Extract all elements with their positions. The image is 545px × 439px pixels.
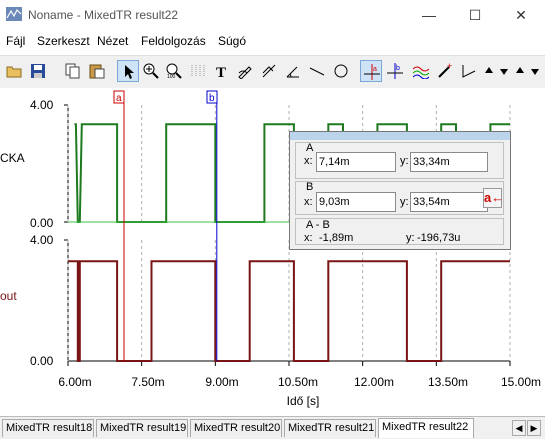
cursor-a-y-field[interactable]: 33,34m (410, 152, 488, 172)
slope-icon[interactable] (458, 60, 480, 82)
cursor-a-y-label: y: (400, 155, 409, 167)
cursor-b-x-field[interactable]: 9,03m (316, 192, 396, 212)
open-icon[interactable] (3, 60, 25, 82)
lower-ymax-label: 4.00 (30, 233, 54, 247)
cursor-a-heading: A (306, 142, 314, 154)
tab-result20[interactable]: MixedTR result20 (190, 419, 282, 437)
copy-icon[interactable] (62, 60, 84, 82)
cursor-a-x-label: x: (304, 155, 313, 167)
app-icon (6, 7, 22, 21)
menu-help[interactable]: Súgó (218, 34, 246, 48)
cursor-diff-x-value: -1,89m (319, 232, 354, 244)
cursor-b-group: B x: 9,03m y: 33,54m (295, 181, 504, 215)
text-icon[interactable]: T (211, 60, 233, 82)
svg-text:100: 100 (167, 74, 176, 79)
lower-ymin-label: 0.00 (30, 354, 54, 368)
cursor-b-heading: B (306, 181, 314, 193)
cursor-a-x-field[interactable]: 7,14m (316, 152, 396, 172)
curve-icon[interactable] (258, 60, 280, 82)
menu-view[interactable]: Nézet (97, 34, 128, 48)
x-tick-label: 12.00m (354, 375, 394, 389)
x-tick-label: 6.00m (58, 375, 91, 389)
menu-bar: Fájl Szerkeszt Nézet Feldolgozás Súgó (0, 30, 545, 52)
tab-scroll-right-icon[interactable]: ▶ (527, 420, 541, 436)
cursor-diff-group: A - B x: -1,89m y: -196,73u (295, 218, 504, 245)
cursor-diff-y-label: y: (406, 232, 415, 244)
lower-signal-label: out (0, 289, 17, 303)
up-icon[interactable] (481, 60, 494, 82)
menu-process[interactable]: Feldolgozás (141, 34, 206, 48)
cursor-readout-panel[interactable]: A x: 7,14m y: 33,34m B x: 9,03m y: 33,54… (289, 131, 511, 250)
cursor-diff-x-label: x: (304, 232, 313, 244)
x-tick-label: 15.00m (501, 375, 541, 389)
tab-result18[interactable]: MixedTR result18 (2, 419, 94, 437)
x-tick-label: 7.50m (131, 375, 164, 389)
window-title: Noname - MixedTR result22 (28, 8, 179, 22)
upper-signal-label: CKA (0, 151, 25, 165)
paste-icon[interactable] (86, 60, 108, 82)
svg-text:a: a (373, 66, 377, 73)
minimize-button[interactable]: — (406, 0, 452, 30)
x-tick-label: 13.50m (428, 375, 468, 389)
save-icon[interactable] (27, 60, 49, 82)
cursor-b-y-label: y: (400, 196, 409, 208)
tab-result22[interactable]: MixedTR result22 (378, 418, 474, 438)
marker-icon[interactable]: + (434, 60, 456, 82)
close-button[interactable]: ✕ (498, 0, 544, 30)
upper-ymax-label: 4.00 (30, 98, 54, 112)
maximize-button[interactable]: ☐ (452, 0, 498, 30)
set-reference-button[interactable]: a← (483, 188, 504, 208)
pen-icon[interactable] (234, 60, 256, 82)
svg-text:+: + (447, 63, 452, 71)
title-bar: Noname - MixedTR result22 — ☐ ✕ (0, 0, 545, 30)
x-tick-label: 9.00m (205, 375, 238, 389)
pointer-icon[interactable] (117, 60, 139, 82)
x-axis-label: Idő [s] (287, 394, 320, 408)
cursor-a-group: A x: 7,14m y: 33,34m (295, 142, 504, 179)
x-tick-label: 10.50m (278, 375, 318, 389)
down-icon[interactable] (496, 60, 509, 82)
cursor-a-icon[interactable]: a (360, 60, 382, 82)
cursor-a-marker-label: a (116, 93, 122, 104)
grid-icon[interactable] (187, 60, 209, 82)
cursor-b-x-label: x: (304, 196, 313, 208)
up-icon[interactable] (512, 60, 525, 82)
upper-ymin-label: 0.00 (30, 216, 54, 230)
cursor-b-y-field[interactable]: 33,54m (410, 192, 488, 212)
cursor-diff-y-value: -196,73u (417, 232, 461, 244)
tab-result19[interactable]: MixedTR result19 (96, 419, 188, 437)
menu-edit[interactable]: Szerkeszt (37, 34, 90, 48)
zoom-fit-icon[interactable]: 100 (163, 60, 185, 82)
toolbar: 100 T a b + (0, 55, 545, 89)
waves-icon[interactable] (410, 60, 432, 82)
tab-result21[interactable]: MixedTR result21 (284, 419, 376, 437)
zoom-in-icon[interactable] (140, 60, 162, 82)
svg-text:b: b (396, 65, 400, 72)
result-tabs: MixedTR result18 MixedTR result19 MixedT… (0, 416, 545, 439)
menu-file[interactable]: Fájl (6, 34, 25, 48)
cursor-b-marker-label: b (209, 93, 215, 104)
circle-icon[interactable] (330, 60, 352, 82)
cursor-diff-heading: A - B (306, 219, 330, 231)
svg-text:T: T (216, 65, 226, 79)
down-icon[interactable] (527, 60, 540, 82)
cursor-b-icon[interactable]: b (384, 60, 406, 82)
angle-icon[interactable] (282, 60, 304, 82)
line-icon[interactable] (306, 60, 328, 82)
cursor-panel-titlebar[interactable] (290, 132, 510, 140)
tab-scroll-left-icon[interactable]: ◀ (512, 420, 526, 436)
